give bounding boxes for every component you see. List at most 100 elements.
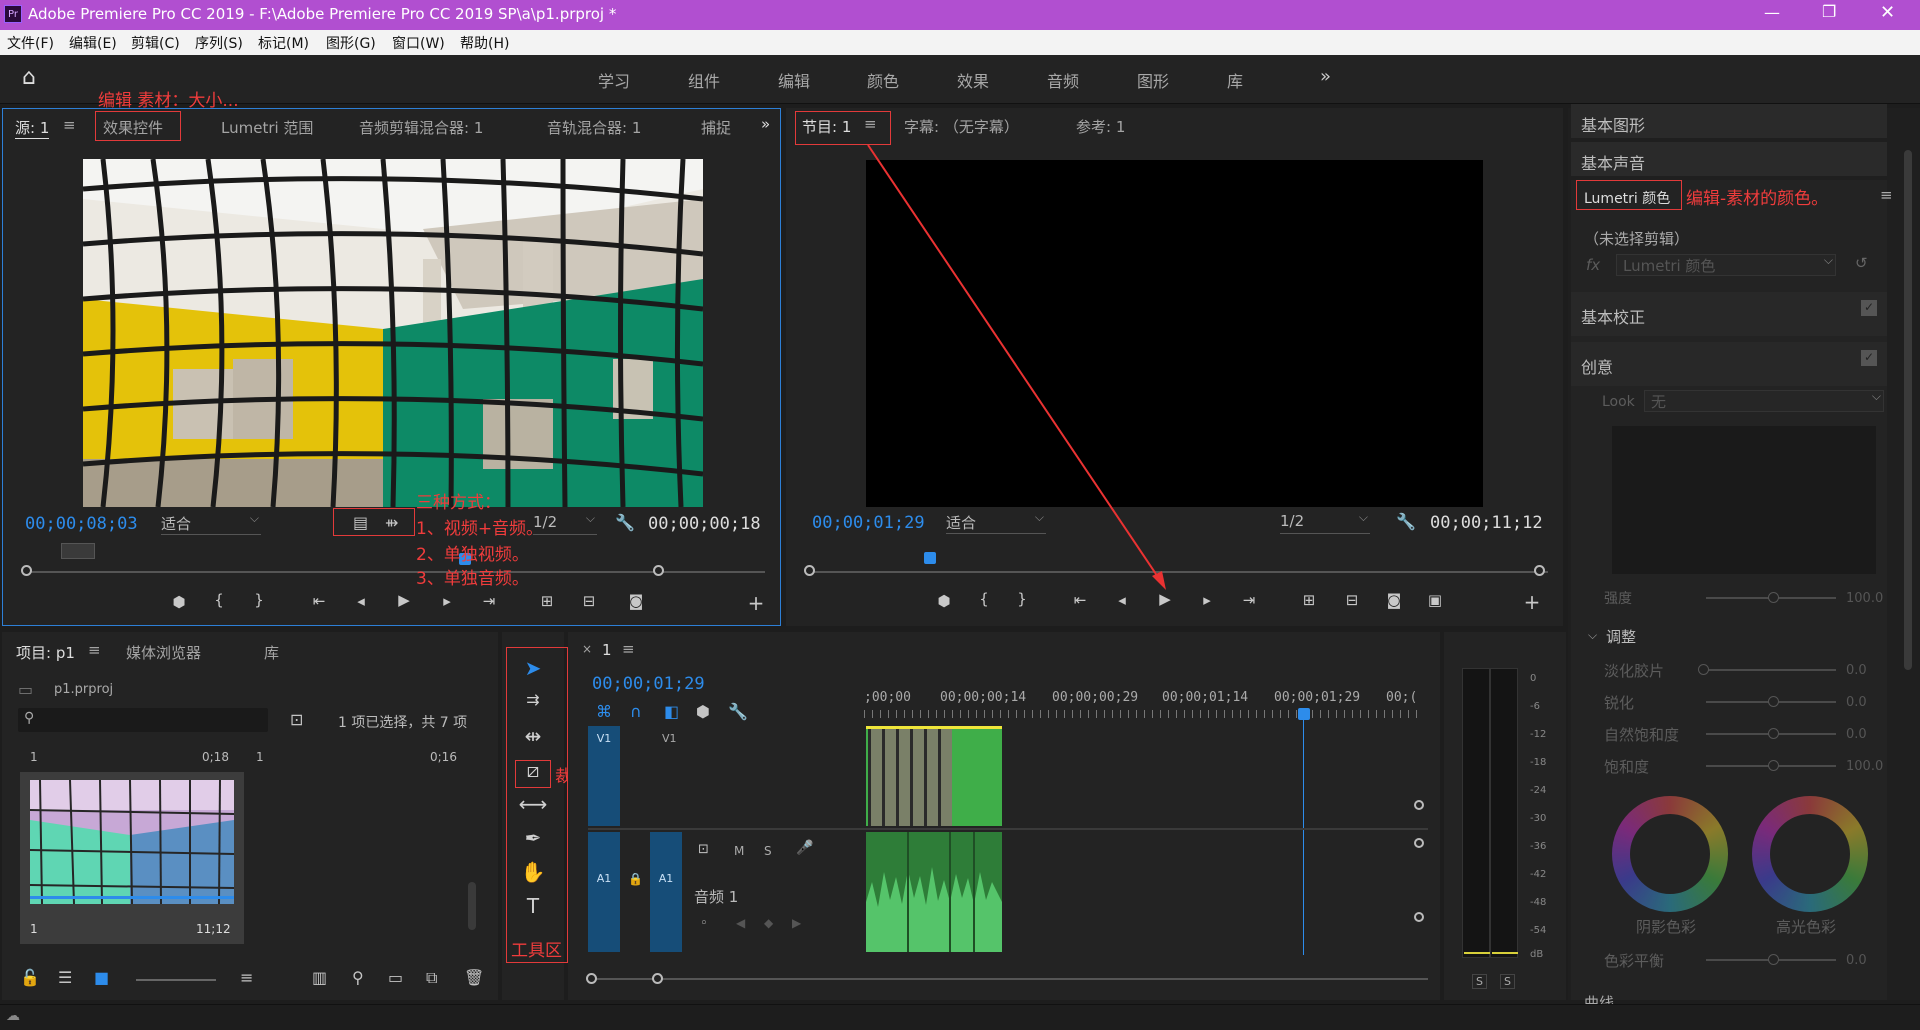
essential-graphics-row[interactable]: 基本图形 xyxy=(1571,104,1887,138)
adjust-chevron-icon[interactable]: ⌵ xyxy=(1588,628,1597,643)
keyframe-prev-icon[interactable]: ◀ xyxy=(736,916,745,930)
timeline-playhead-head[interactable] xyxy=(1298,708,1310,720)
timeline-h-scrollbar[interactable] xyxy=(588,978,1428,980)
meter-solo-right[interactable]: S xyxy=(1500,974,1515,989)
pen-tool-icon[interactable]: ✒ xyxy=(518,826,548,854)
keyframe-add-icon[interactable]: ◆ xyxy=(764,916,773,930)
a1-target[interactable]: A1 xyxy=(650,832,682,952)
a1-lock-icon[interactable]: 🔒 xyxy=(628,872,643,886)
automate-icon[interactable]: ▥ xyxy=(312,968,327,987)
tab-media-browser[interactable]: 媒体浏览器 xyxy=(126,642,201,663)
project-scrollbar[interactable] xyxy=(468,882,476,930)
type-tool-icon[interactable]: T xyxy=(518,894,548,922)
video-clip[interactable] xyxy=(866,726,1002,826)
hand-tool-icon[interactable]: ✋ xyxy=(518,860,548,888)
right-panel-scrollbar[interactable] xyxy=(1904,150,1912,670)
annotation-box-razor xyxy=(515,760,551,788)
fx-dropdown[interactable]: Lumetri 颜色 xyxy=(1616,253,1836,276)
faded-film-knob[interactable] xyxy=(1698,664,1709,675)
faded-film-value[interactable]: 0.0 xyxy=(1846,663,1867,678)
new-item-icon[interactable]: ⧉ xyxy=(426,968,437,988)
saturation-value[interactable]: 100.0 xyxy=(1846,759,1883,774)
meter-scale-label: -36 xyxy=(1530,841,1547,852)
color-balance-value[interactable]: 0.0 xyxy=(1846,953,1867,968)
sharpen-value[interactable]: 0.0 xyxy=(1846,695,1867,710)
slip-tool-icon[interactable]: ⟷ xyxy=(518,792,548,820)
ruler-label: ;00;00 xyxy=(864,690,911,705)
color-balance-knob[interactable] xyxy=(1768,954,1779,965)
project-item-thumbnail[interactable]: 1 11;12 xyxy=(20,772,244,944)
sort-icon[interactable]: ≡ xyxy=(240,968,253,987)
thumbnail-size-slider[interactable] xyxy=(136,979,216,981)
creative-section[interactable]: 创意 ✓ xyxy=(1571,342,1887,386)
track-divider xyxy=(588,828,1428,830)
tab-project[interactable]: 项目: p1 xyxy=(16,642,75,663)
selection-tool-icon[interactable]: ➤ xyxy=(518,656,548,684)
v1-source-patch[interactable]: V1 xyxy=(588,726,620,826)
new-search-bin-icon[interactable]: ⊡ xyxy=(290,710,303,729)
sharpen-label: 锐化 xyxy=(1604,694,1635,712)
vibrance-value[interactable]: 0.0 xyxy=(1846,727,1867,742)
marker-icon[interactable]: ⬢ xyxy=(696,702,710,721)
audio-clip[interactable] xyxy=(866,832,1002,952)
creative-cloud-icon[interactable]: ☁ xyxy=(6,1008,20,1024)
basic-correction-section[interactable]: 基本校正 ✓ xyxy=(1571,292,1887,336)
audio-meter-panel: S S xyxy=(1444,632,1566,1000)
add-marker-icon[interactable]: ◧ xyxy=(664,702,679,721)
v-zoom-handle[interactable] xyxy=(1414,838,1424,848)
tab-sequence[interactable]: 1 xyxy=(602,641,612,659)
timeline-scroll-end[interactable] xyxy=(652,973,663,984)
basic-correction-checkbox[interactable]: ✓ xyxy=(1861,300,1877,316)
meter-solo-left[interactable]: S xyxy=(1472,974,1487,989)
saturation-knob[interactable] xyxy=(1768,760,1779,771)
faded-film-slider[interactable] xyxy=(1706,669,1836,671)
ruler-label: 00;00;00;29 xyxy=(1052,690,1139,705)
tab-lumetri-color[interactable]: Lumetri 颜色 xyxy=(1584,188,1670,208)
a1-solo[interactable]: S xyxy=(764,844,772,858)
tab-libraries[interactable]: 库 xyxy=(264,642,279,663)
ripple-edit-tool-icon[interactable]: ⇹ xyxy=(518,724,548,752)
intensity-knob[interactable] xyxy=(1768,592,1779,603)
lumetri-menu-icon[interactable]: ≡ xyxy=(1880,186,1893,204)
a1-track-output-icon[interactable]: ⊡ xyxy=(698,842,709,857)
look-dropdown[interactable]: 无 xyxy=(1644,389,1884,412)
icon-view-icon[interactable]: ■ xyxy=(94,968,109,987)
timeline-scroll-start[interactable] xyxy=(586,973,597,984)
a1-mute[interactable]: M xyxy=(734,844,744,858)
a1-source-patch[interactable]: A1 xyxy=(588,832,620,952)
creative-checkbox[interactable]: ✓ xyxy=(1861,350,1877,366)
find-icon[interactable]: ⚲ xyxy=(352,968,364,987)
v-zoom-handle[interactable] xyxy=(1414,800,1424,810)
reset-icon[interactable]: ↺ xyxy=(1855,254,1868,272)
project-panel: 项目: p1 ≡ 媒体浏览器 库 ▭ p1.prproj ⚲ ⊡ 1 项已选择，… xyxy=(2,632,498,1000)
highlight-tint-wheel[interactable] xyxy=(1752,796,1868,912)
intensity-value[interactable]: 100.0 xyxy=(1846,591,1883,606)
v-zoom-handle[interactable] xyxy=(1414,912,1424,922)
sharpen-knob[interactable] xyxy=(1768,696,1779,707)
voice-over-mic-icon[interactable]: 🎤 xyxy=(796,840,813,856)
project-menu-icon[interactable]: ≡ xyxy=(88,641,101,659)
item2-top-label: 1 xyxy=(256,750,264,764)
vibrance-knob[interactable] xyxy=(1768,728,1779,739)
timeline-settings-icon[interactable]: 🔧 xyxy=(728,702,748,721)
keyframe-toggle-icon[interactable]: ◦ xyxy=(700,916,708,931)
vibrance-label: 自然饱和度 xyxy=(1604,726,1680,744)
keyframe-next-icon[interactable]: ▶ xyxy=(792,916,801,930)
timeline-timecode[interactable]: 00;00;01;29 xyxy=(592,674,705,694)
new-bin-icon[interactable]: ▭ xyxy=(388,968,403,987)
timeline-ruler[interactable] xyxy=(864,710,1424,718)
shadow-tint-label: 阴影色彩 xyxy=(1636,918,1697,936)
linked-selection-icon[interactable]: ∩ xyxy=(630,702,642,721)
clear-icon[interactable]: 🗑 xyxy=(464,968,484,987)
snap-icon[interactable]: ⌘ xyxy=(596,702,612,721)
list-view-icon[interactable]: ☰ xyxy=(58,968,72,987)
timeline-menu-icon[interactable]: ≡ xyxy=(622,640,635,658)
timeline-close-icon[interactable]: × xyxy=(582,642,592,656)
essential-sound-row[interactable]: 基本声音 xyxy=(1571,142,1887,176)
shadow-tint-wheel[interactable] xyxy=(1612,796,1728,912)
project-file-name: p1.prproj xyxy=(54,682,114,697)
lock-icon[interactable]: 🔓 xyxy=(20,968,40,987)
meter-level-left xyxy=(1464,952,1490,954)
track-select-tool-icon[interactable]: ⇉ xyxy=(518,690,548,718)
project-search-input[interactable]: ⚲ xyxy=(18,708,268,732)
